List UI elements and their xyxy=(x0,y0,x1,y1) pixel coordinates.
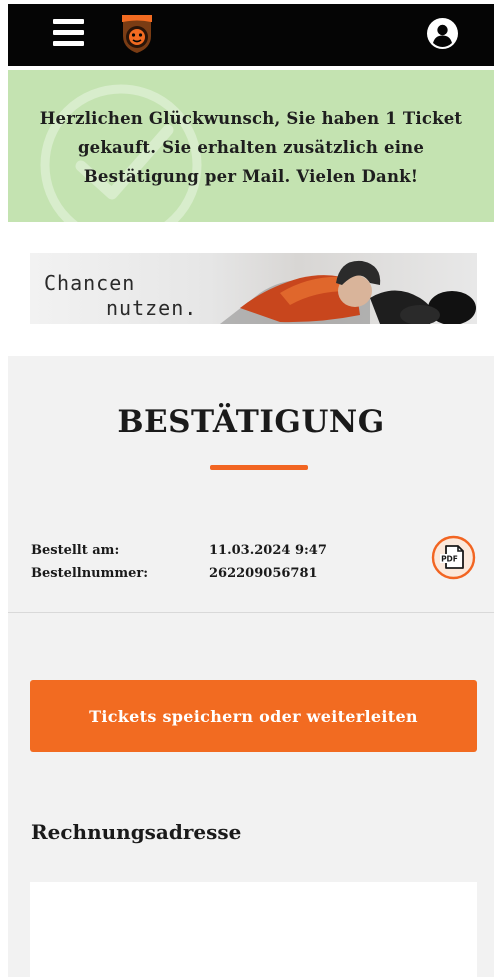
menu-line xyxy=(53,41,84,46)
success-message: Herzlichen Glückwunsch, Sie haben 1 Tick… xyxy=(39,109,463,186)
order-number-label: Bestellnummer: xyxy=(31,566,149,581)
billing-address-heading: Rechnungsadresse xyxy=(31,820,242,844)
hamburger-menu-icon[interactable] xyxy=(53,17,84,47)
ordered-date-value: 11.03.2024 9:47 xyxy=(209,543,327,558)
ad-slogan-line-2: nutzen. xyxy=(106,296,198,320)
top-navigation-bar xyxy=(8,4,494,66)
ad-slogan-line-1: Chancen xyxy=(44,271,136,295)
purchase-success-banner: Herzlichen Glückwunsch, Sie haben 1 Tick… xyxy=(8,70,494,222)
user-account-icon[interactable] xyxy=(427,18,458,49)
pdf-download-icon[interactable]: PDF xyxy=(431,535,476,580)
advertisement-banner[interactable]: Chancen nutzen. xyxy=(30,253,477,324)
grizzlys-logo[interactable] xyxy=(114,10,160,56)
menu-line xyxy=(53,30,84,35)
menu-line xyxy=(53,19,84,24)
hockey-player-image xyxy=(220,260,476,324)
billing-address-card xyxy=(30,882,477,977)
confirmation-title: BESTÄTIGUNG xyxy=(117,404,385,440)
confirmation-section: BESTÄTIGUNG Bestellt am: Bestellnummer: … xyxy=(8,356,494,977)
order-number-value: 262209056781 xyxy=(209,566,318,581)
order-detail-values: 11.03.2024 9:47 262209056781 xyxy=(209,539,327,585)
ad-slogan: Chancen nutzen. xyxy=(44,271,197,321)
order-detail-labels: Bestellt am: Bestellnummer: xyxy=(31,539,148,585)
section-divider xyxy=(8,612,494,613)
save-forward-tickets-button[interactable]: Tickets speichern oder weiterleiten xyxy=(30,680,477,752)
pdf-label: PDF xyxy=(441,555,458,564)
title-accent-underline xyxy=(210,465,308,470)
ordered-date-label: Bestellt am: xyxy=(31,543,120,558)
